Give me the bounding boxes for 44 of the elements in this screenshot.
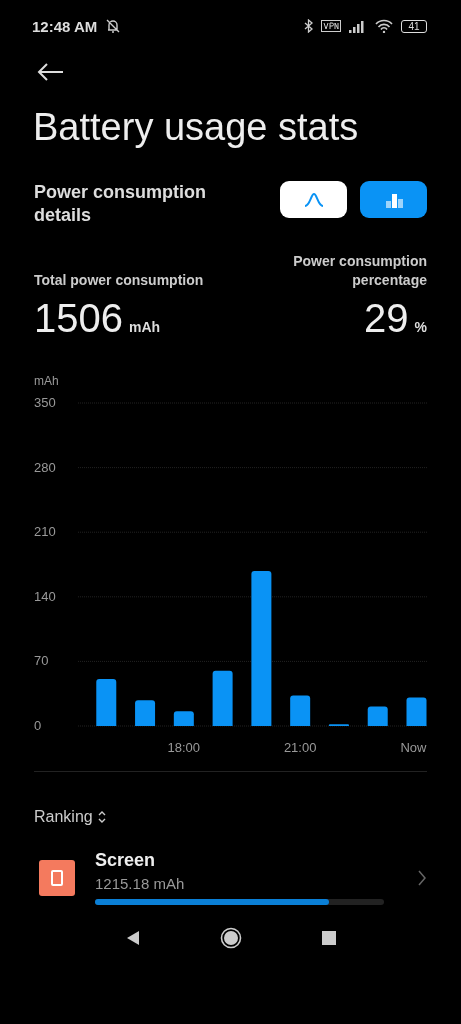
chart-bar: [173, 711, 194, 726]
y-tick-label: 0: [34, 718, 42, 733]
recents-nav-icon[interactable]: [321, 931, 336, 945]
y-tick-label: 70: [34, 653, 49, 669]
battery-icon: 41: [401, 19, 427, 33]
page-title: Battery usage stats: [33, 106, 360, 149]
item-name: Screen: [95, 850, 157, 871]
status-time: 12:48 AM: [32, 17, 98, 35]
curve-icon: [302, 191, 325, 208]
x-tick-label: 18:00: [167, 740, 201, 755]
y-tick-label: 280: [34, 459, 56, 475]
item-reading: 1215.18 mAh: [95, 875, 186, 892]
signal-icon: [349, 19, 367, 33]
y-tick-label: 350: [34, 395, 56, 410]
bar-chart-toggle[interactable]: [360, 181, 427, 218]
bluetooth-icon: [304, 19, 313, 33]
chart-bar: [212, 670, 233, 726]
chart-bar: [135, 700, 156, 726]
sort-icon: [96, 810, 107, 824]
chart-bar: [96, 678, 117, 726]
back-nav-icon[interactable]: [125, 930, 140, 946]
vpn-icon: [321, 20, 341, 32]
section-heading: Power consumption details: [34, 181, 207, 227]
home-nav-icon[interactable]: [219, 927, 242, 949]
axis-unit-label: mAh: [34, 374, 59, 388]
y-tick-label: 210: [34, 524, 56, 540]
chart-bar: [290, 695, 311, 726]
chevron-right-icon[interactable]: [417, 868, 427, 887]
line-chart-toggle[interactable]: [280, 181, 347, 218]
x-tick-label: Now: [400, 740, 427, 755]
wifi-icon: [375, 19, 393, 33]
back-arrow-icon[interactable]: [36, 62, 64, 82]
chart-bar: [367, 706, 388, 726]
muted-bell-icon: [105, 18, 122, 34]
y-tick-label: 140: [34, 588, 56, 604]
stat-value: 1506: [34, 296, 123, 341]
stat-unit: %: [414, 319, 427, 335]
stat-label: Total power consumption: [34, 271, 204, 290]
stat-value: 29: [364, 296, 409, 341]
stat-unit: mAh: [129, 319, 161, 335]
chart-bar: [406, 697, 427, 726]
ranking-sort-button[interactable]: Ranking: [34, 808, 461, 826]
stat-label: Power consumption percentage: [292, 252, 427, 290]
x-tick-label: 21:00: [283, 740, 317, 755]
